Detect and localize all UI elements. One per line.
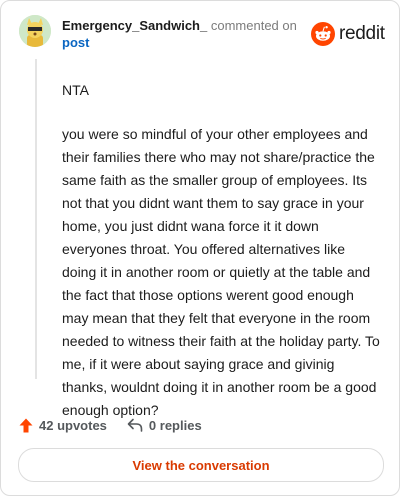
comment-text: you were so mindful of your other employ… [62,126,380,418]
upvote-button[interactable]: 42 upvotes [19,418,107,433]
upvote-count: 42 upvotes [39,417,107,433]
comment-body: NTA you were so mindful of your other em… [62,79,382,422]
reply-arrow-icon [127,418,143,432]
reddit-snoo-icon [311,22,335,46]
upvote-arrow-icon [19,418,33,432]
comment-header: Emergency_Sandwich_ commented on post [62,17,302,51]
reply-count: 0 replies [148,417,202,433]
comment-actions: 42 upvotes 0 replies [19,415,202,435]
reddit-logo[interactable]: reddit [311,21,385,47]
username[interactable]: Emergency_Sandwich_ [62,18,207,33]
embedded-comment-card: Emergency_Sandwich_ commented on post re… [0,0,400,496]
view-conversation-button[interactable]: View the conversation [18,448,384,482]
comment-verdict: NTA [62,82,89,98]
post-link[interactable]: post [62,35,89,50]
reply-button[interactable]: 0 replies [127,418,202,433]
thread-line [35,59,37,379]
reddit-wordmark: reddit [339,23,385,44]
comment-meta: commented on [210,18,297,33]
user-avatar[interactable] [19,15,51,47]
